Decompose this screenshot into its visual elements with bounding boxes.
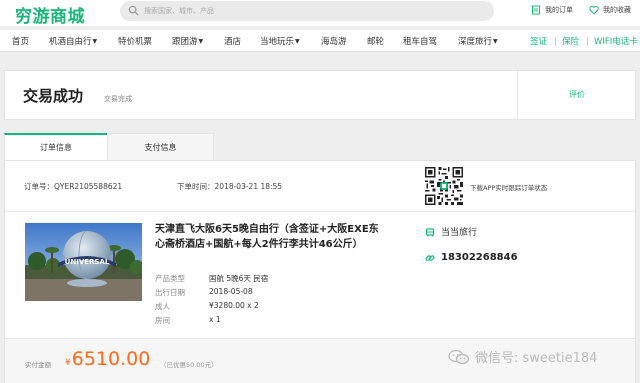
my-favorites-link[interactable]: 我的收藏 [589, 5, 631, 15]
detail-value: x 1 [209, 315, 221, 324]
detail-value: 2018-05-08 [209, 287, 253, 296]
chevron-down-icon: ▼ [198, 38, 204, 45]
site-logo[interactable]: 穷游商城 [15, 2, 85, 27]
order-status-card: 交易成功 交易完成 评价 [4, 70, 636, 120]
product-image-text: UNIVERSAL [65, 258, 110, 266]
payment-discount: （已优惠50.00元） [160, 361, 218, 369]
watermark-text: 微信号: sweetie184 [475, 351, 598, 366]
payment-amount: ¥6510.00 [65, 348, 150, 370]
nav-flight-hotel-label: 机酒自由行 [49, 37, 92, 47]
tab-payment-info[interactable]: 支付信息 [107, 133, 214, 160]
nav-group-tour[interactable]: 跟团游▼ [172, 35, 203, 47]
search-icon[interactable] [128, 5, 139, 16]
nav-local-fun-label: 当地玩乐 [260, 37, 295, 47]
chevron-down-icon: ▼ [493, 38, 498, 45]
heart-icon [589, 5, 599, 15]
detail-value: 国航 5晚6天 民宿 [209, 274, 269, 283]
currency-symbol: ¥ [65, 358, 71, 368]
vendor-name[interactable]: 当当旅行 [425, 225, 477, 238]
search-input[interactable] [144, 1, 474, 21]
order-time: 下单时间：2018-03-21 18:55 [177, 182, 283, 191]
status-title: 交易成功 [23, 87, 84, 105]
nav-wifi-label: WIFI电话卡 [594, 37, 638, 47]
detail-value: ¥3280.00 x 2 [209, 301, 259, 310]
top-bar: 穷游商城 我的订单 我的收藏 [0, 0, 640, 27]
nav-group-tour-label: 跟团游 [172, 37, 198, 47]
nav-flight-hotel[interactable]: 机酒自由行▼ [49, 35, 97, 47]
search-box[interactable] [120, 1, 494, 21]
detail-label: 成人 [155, 302, 170, 311]
nav-island[interactable]: 海岛游 [321, 35, 347, 47]
chevron-down-icon: ▼ [92, 38, 98, 45]
order-tabs: 订单信息 支付信息 [4, 133, 636, 160]
rate-button[interactable]: 评价 [569, 89, 585, 100]
tab-order-info[interactable]: 订单信息 [4, 133, 107, 160]
nav-home[interactable]: 首页 [12, 35, 29, 47]
my-orders-link[interactable]: 我的订单 [531, 5, 573, 15]
product-title[interactable]: 天津直飞大阪6天5晚自由行（含签证+大阪EXE东心斋桥酒店+国航+每人2件行李共… [155, 222, 380, 252]
main-nav: 首页 机酒自由行▼ 特价机票 跟团游▼ 酒店 当地玩乐▼ 海岛游 邮轮 租车自驾… [0, 30, 640, 52]
nav-local-fun[interactable]: 当地玩乐▼ [260, 35, 300, 47]
vendor-name-label: 当当旅行 [441, 228, 478, 238]
watermark: 微信号: sweetie184 [448, 347, 597, 366]
nav-insurance-label: 保险 [562, 37, 580, 47]
payment-amount-value: 6510.00 [71, 348, 151, 370]
qr-code-icon [425, 167, 463, 205]
nav-cruise-label: 邮轮 [367, 37, 385, 47]
nav-insurance[interactable]: 保险 [562, 35, 579, 47]
nav-cheap-flights-label: 特价机票 [118, 37, 153, 47]
nav-deep-travel-label: 深度旅行 [458, 37, 493, 47]
chevron-down-icon: ▼ [295, 38, 300, 45]
nav-home-label: 首页 [12, 37, 30, 47]
my-favorites-label: 我的收藏 [603, 6, 631, 14]
status-subtitle: 交易完成 [104, 95, 132, 103]
nav-cheap-flights[interactable]: 特价机票 [118, 35, 152, 47]
section-divider [5, 211, 635, 212]
nav-deep-travel[interactable]: 深度旅行▼ [458, 35, 498, 47]
my-orders-label: 我的订单 [545, 6, 573, 14]
detail-label: 产品类型 [155, 274, 185, 283]
wechat-icon [448, 349, 470, 364]
nav-hotel[interactable]: 酒店 [224, 35, 241, 47]
product-image[interactable]: UNIVERSAL [25, 223, 142, 301]
nav-divider [555, 37, 556, 46]
nav-visa[interactable]: 签证 [530, 35, 547, 47]
detail-label: 出行日期 [155, 288, 185, 297]
nav-island-label: 海岛游 [321, 37, 347, 47]
order-number: 订单号：QYER2105588621 [24, 182, 123, 191]
nav-wifi[interactable]: WIFI电话卡 [594, 35, 638, 47]
store-icon [425, 227, 435, 237]
vendor-phone[interactable]: 18302268846 [425, 252, 518, 263]
nav-car-rental[interactable]: 租车自驾 [403, 35, 437, 47]
detail-label: 房间 [155, 316, 170, 325]
status-divider [517, 71, 518, 119]
nav-divider [587, 37, 588, 46]
nav-visa-label: 签证 [530, 37, 548, 47]
nav-car-rental-label: 租车自驾 [403, 37, 438, 47]
link-icon [425, 254, 435, 261]
nav-hotel-label: 酒店 [224, 37, 242, 47]
nav-cruise[interactable]: 邮轮 [367, 35, 384, 47]
payment-label: 实付金额 [25, 361, 51, 369]
vendor-phone-number: 18302268846 [441, 252, 518, 263]
order-icon [532, 5, 540, 15]
qr-caption: 下载APP实时跟踪订单状态 [470, 184, 548, 192]
